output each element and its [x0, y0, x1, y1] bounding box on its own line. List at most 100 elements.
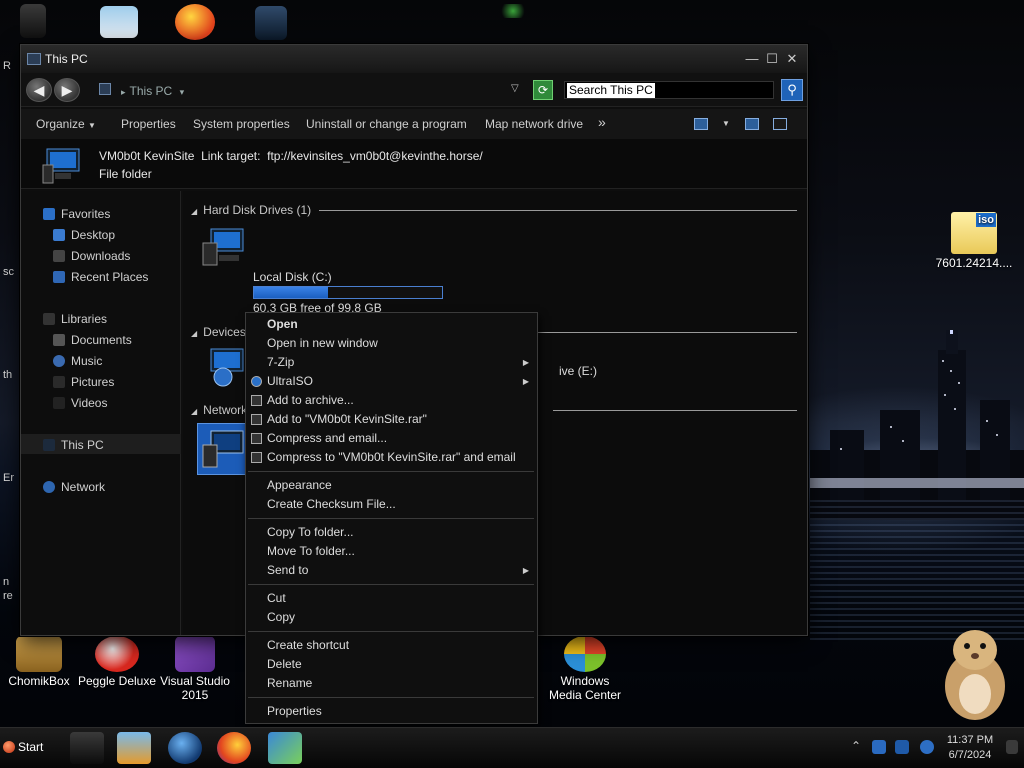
nav-pictures[interactable]: Pictures	[53, 375, 114, 389]
group-hard-disk-drives[interactable]: ◢ Hard Disk Drives (1)	[191, 203, 311, 217]
desktop-icon-peggle[interactable]: Peggle Deluxe	[72, 636, 162, 688]
close-button[interactable]: ✕	[783, 51, 801, 67]
menu-separator	[248, 471, 534, 472]
refresh-button[interactable]: ⟳	[533, 80, 553, 100]
menu-appearance[interactable]: Appearance	[246, 476, 537, 495]
tray-volume-icon[interactable]	[920, 740, 934, 754]
menu-compress-rar-email[interactable]: Compress to "VM0b0t KevinSite.rar" and e…	[246, 448, 537, 467]
submenu-arrow-icon: ▶	[522, 566, 529, 575]
system-properties-button[interactable]: System properties	[193, 117, 290, 131]
removable-drive-e-label[interactable]: ive (E:)	[559, 364, 597, 378]
nav-recent-places[interactable]: Recent Places	[53, 270, 148, 284]
breadcrumb[interactable]: ▸ This PC ▾	[121, 81, 184, 101]
nav-favorites[interactable]: Favorites	[43, 207, 110, 221]
window-title: This PC	[45, 52, 88, 66]
help-icon[interactable]	[773, 118, 787, 130]
menu-add-to-archive[interactable]: Add to archive...	[246, 391, 537, 410]
nav-music[interactable]: Music	[53, 354, 102, 368]
start-orb-icon	[3, 741, 15, 753]
nav-network[interactable]: Network	[43, 480, 105, 494]
hamster-gadget[interactable]	[930, 624, 1020, 724]
nav-libraries[interactable]: Libraries	[43, 312, 107, 326]
link-target-label: Link target:	[201, 149, 261, 163]
menu-properties[interactable]: Properties	[246, 702, 537, 721]
menu-open-new-window[interactable]: Open in new window	[246, 334, 537, 353]
desktop-icon-top-2[interactable]	[94, 6, 144, 40]
desktop-icon-iso[interactable]: iso 7601.24214....	[929, 212, 1019, 270]
taskbar-media-player-icon[interactable]	[117, 732, 151, 764]
menu-7zip[interactable]: 7-Zip ▶	[246, 353, 537, 372]
menu-copy-to-folder[interactable]: Copy To folder...	[246, 523, 537, 542]
desktop-edge-label: R	[3, 60, 11, 72]
taskbar-computer-icon[interactable]	[70, 732, 104, 764]
start-button[interactable]: Start	[3, 740, 43, 754]
menu-send-to[interactable]: Send to ▶	[246, 561, 537, 580]
computer-icon	[255, 6, 287, 40]
maximize-button[interactable]: ☐	[763, 51, 781, 67]
tray-expand-icon[interactable]: ⌃	[851, 739, 861, 753]
menu-compress-email[interactable]: Compress and email...	[246, 429, 537, 448]
search-button[interactable]: ⚲	[781, 79, 803, 101]
organize-button[interactable]: Organize ▼	[36, 117, 96, 131]
nav-label: Documents	[71, 333, 132, 347]
view-dropdown-icon[interactable]: ▼	[722, 119, 730, 128]
clock-time: 11:37 PM	[946, 734, 994, 746]
desktop-icon-top-4[interactable]	[246, 6, 296, 42]
menu-open[interactable]: Open	[246, 315, 537, 334]
desktop-icon-label: 2015	[181, 688, 209, 702]
menu-delete[interactable]: Delete	[246, 655, 537, 674]
menu-add-to-rar[interactable]: Add to "VM0b0t KevinSite.rar"	[246, 410, 537, 429]
tray-network-icon[interactable]	[895, 740, 909, 754]
music-icon	[53, 355, 65, 367]
desktop-icon-top-1[interactable]	[8, 4, 58, 40]
taskbar-globe-icon[interactable]	[168, 732, 202, 764]
menu-label: Cut	[267, 591, 286, 605]
menu-copy[interactable]: Copy	[246, 608, 537, 627]
chevron-down-icon[interactable]: ▾	[180, 87, 185, 97]
desktop-edge-label: Er	[3, 472, 14, 484]
taskbar-messenger-icon[interactable]	[268, 732, 302, 764]
desktop-icon-media-center[interactable]: Windows Media Center	[540, 636, 630, 702]
local-disk-name[interactable]: Local Disk (C:)	[253, 270, 332, 284]
preview-pane-icon[interactable]	[745, 118, 759, 130]
breadcrumb-this-pc[interactable]: This PC	[130, 84, 173, 98]
clock[interactable]: 11:37 PM 6/7/2024	[940, 733, 1000, 763]
menu-label: 7-Zip	[267, 355, 295, 369]
more-commands-button[interactable]: »	[598, 114, 606, 130]
search-input[interactable]: Search This PC	[564, 81, 774, 99]
menu-ultraiso[interactable]: UltraISO ▶	[246, 372, 537, 391]
menu-create-checksum[interactable]: Create Checksum File...	[246, 495, 537, 514]
menu-rename[interactable]: Rename	[246, 674, 537, 693]
change-view-icon[interactable]	[694, 118, 708, 130]
minimize-button[interactable]: —	[743, 51, 761, 67]
chevron-right-icon: ▸	[121, 87, 126, 97]
nav-downloads[interactable]: Downloads	[53, 249, 130, 263]
back-button[interactable]: ◀	[26, 78, 52, 102]
local-disk-usage-bar	[253, 286, 443, 299]
forward-button[interactable]: ▶	[54, 78, 80, 102]
address-dropdown-icon[interactable]: ▽	[511, 83, 519, 94]
library-icon	[43, 313, 55, 325]
taskbar-firefox-icon[interactable]	[217, 732, 251, 764]
title-bar[interactable]: This PC — ☐ ✕	[21, 45, 807, 73]
properties-button[interactable]: Properties	[121, 117, 176, 131]
desktop-icon-label: 7601.24214....	[935, 256, 1013, 270]
desktop-icon-top-3[interactable]	[170, 4, 220, 42]
uninstall-button[interactable]: Uninstall or change a program	[306, 117, 467, 131]
group-network-locations[interactable]: ◢ Network	[191, 403, 247, 417]
menu-move-to-folder[interactable]: Move To folder...	[246, 542, 537, 561]
item-kind: File folder	[99, 167, 152, 181]
menu-label: Rename	[267, 676, 313, 690]
videos-icon	[53, 397, 65, 409]
nav-videos[interactable]: Videos	[53, 396, 107, 410]
tray-notification-icon[interactable]	[1006, 740, 1018, 754]
network-location-selected[interactable]	[197, 423, 249, 475]
desktop-icon-visual-studio[interactable]: Visual Studio 2015	[150, 636, 240, 702]
nav-this-pc[interactable]: This PC	[43, 438, 104, 452]
nav-desktop[interactable]: Desktop	[53, 228, 115, 242]
menu-create-shortcut[interactable]: Create shortcut	[246, 636, 537, 655]
tray-shield-icon[interactable]	[872, 740, 886, 754]
nav-documents[interactable]: Documents	[53, 333, 132, 347]
map-network-drive-button[interactable]: Map network drive	[485, 117, 583, 131]
menu-cut[interactable]: Cut	[246, 589, 537, 608]
